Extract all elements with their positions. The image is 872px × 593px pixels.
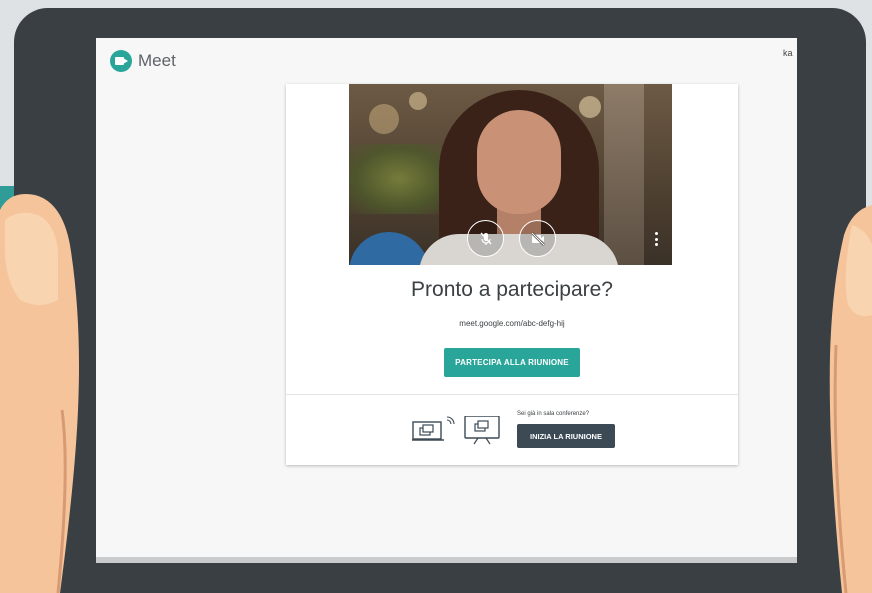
divider: [286, 394, 738, 395]
account-label[interactable]: ka: [783, 48, 797, 58]
right-hand: [829, 205, 872, 593]
app-title: Meet: [138, 51, 176, 70]
left-hand: [0, 194, 79, 593]
camera-toggle-button[interactable]: [519, 220, 556, 257]
meeting-url: meet.google.com/abc-defg-hij: [459, 319, 565, 328]
background-plants: [349, 144, 449, 214]
person-face: [477, 110, 561, 214]
room-display-icon: [464, 416, 500, 445]
join-meeting-button[interactable]: PARTECIPA ALLA RIUNIONE: [444, 348, 580, 377]
conference-room-question: Sei già in sala conferenze?: [517, 411, 590, 417]
bokeh-light: [579, 96, 601, 118]
video-preview: [349, 84, 672, 265]
bokeh-light: [409, 92, 427, 110]
bokeh-light: [369, 104, 399, 134]
room-devices-illustration: [412, 416, 500, 445]
background-chair: [349, 232, 429, 265]
ready-heading: Pronto a partecipare?: [411, 278, 613, 301]
camera-off-icon: [530, 231, 545, 246]
app-header: Meet: [110, 50, 176, 72]
signal-icon: [446, 416, 455, 425]
background-pillar: [604, 84, 644, 265]
more-vert-icon[interactable]: [654, 232, 658, 246]
meet-logo-icon: [110, 50, 132, 72]
start-meeting-button[interactable]: INIZIA LA RIUNIONE: [517, 424, 615, 448]
mic-toggle-button[interactable]: [467, 220, 504, 257]
meet-screen: Meet ka Pronto a partecipare? meet.googl…: [96, 38, 797, 557]
laptop-cast-icon: [412, 421, 444, 441]
mic-off-icon: [479, 232, 492, 245]
join-card: Pronto a partecipare? meet.google.com/ab…: [286, 84, 738, 465]
